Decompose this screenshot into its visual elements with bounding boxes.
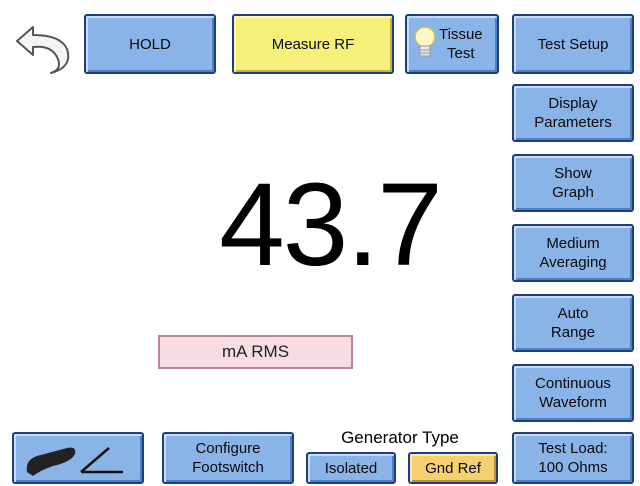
test-setup-label: Test Setup	[537, 35, 609, 53]
mode-button[interactable]	[12, 432, 144, 484]
test-load-line2: 100 Ohms	[538, 459, 608, 476]
tissue-test-label-line2: Test	[447, 45, 475, 62]
curved-back-arrow-icon	[16, 26, 70, 74]
measurement-unit: mA RMS	[221, 342, 290, 361]
configure-footswitch-button[interactable]: Configure Footswitch	[162, 432, 294, 484]
isolated-button[interactable]: Isolated	[306, 452, 396, 484]
gnd-ref-label: Gnd Ref	[425, 459, 481, 477]
averaging-line1: Medium	[546, 235, 600, 252]
measure-rf-label: Measure RF	[271, 35, 355, 53]
tissue-test-label-line1: Tissue	[439, 26, 483, 43]
continuous-waveform-button[interactable]: Continuous Waveform	[512, 364, 634, 422]
averaging-button[interactable]: Medium Averaging	[512, 224, 634, 282]
tissue-test-button[interactable]: Tissue Test	[405, 14, 499, 74]
display-parameters-line1: Display	[548, 95, 598, 112]
auto-range-line2: Range	[550, 324, 596, 341]
continuous-waveform-line1: Continuous	[535, 375, 611, 392]
display-parameters-line2: Parameters	[534, 114, 612, 131]
lightbulb-icon	[414, 26, 436, 57]
test-setup-button[interactable]: Test Setup	[512, 14, 634, 74]
test-load-line1: Test Load:	[538, 440, 608, 457]
gnd-ref-button[interactable]: Gnd Ref	[408, 452, 498, 484]
back-button[interactable]	[10, 16, 72, 76]
averaging-line2: Averaging	[539, 254, 607, 271]
auto-range-button[interactable]: Auto Range	[512, 294, 634, 352]
handpiece-angle-icon	[26, 447, 123, 476]
hold-label: HOLD	[129, 35, 171, 53]
auto-range-line1: Auto	[557, 305, 589, 322]
show-graph-line2: Graph	[552, 184, 594, 201]
measure-rf-button[interactable]: Measure RF	[232, 14, 394, 74]
isolated-label: Isolated	[324, 459, 378, 477]
configure-footswitch-line2: Footswitch	[192, 459, 264, 476]
generator-type-label: Generator Type	[341, 428, 459, 447]
measurement-unit-badge: mA RMS	[158, 335, 353, 369]
hold-button[interactable]: HOLD	[84, 14, 216, 74]
show-graph-line1: Show	[554, 165, 592, 182]
test-load-button[interactable]: Test Load: 100 Ohms	[512, 432, 634, 484]
continuous-waveform-line2: Waveform	[539, 394, 607, 411]
measurement-value: 43.7	[219, 159, 443, 291]
display-parameters-button[interactable]: Display Parameters	[512, 84, 634, 142]
show-graph-button[interactable]: Show Graph	[512, 154, 634, 212]
configure-footswitch-line1: Configure	[195, 440, 261, 457]
